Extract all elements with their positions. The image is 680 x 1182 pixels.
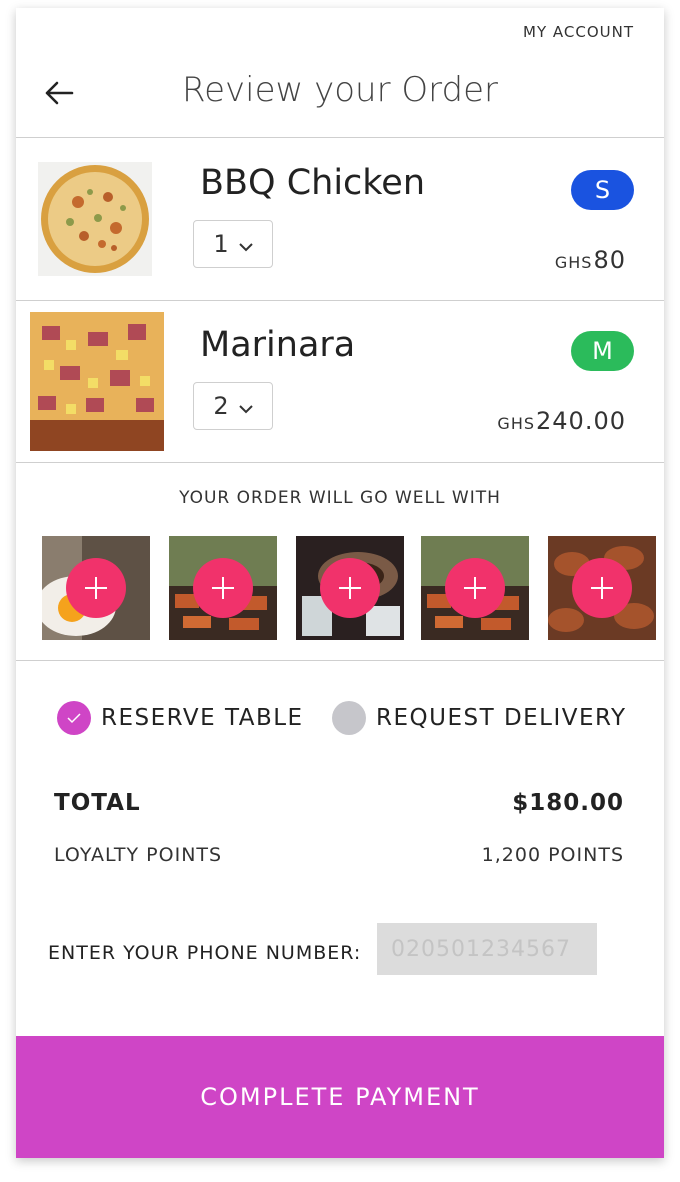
addon-roasted-sausages[interactable]: [548, 536, 656, 640]
radio-checked-icon[interactable]: [57, 701, 91, 735]
loyalty-points-label: LOYALTY POINTS: [54, 844, 223, 866]
item-name: Marinara: [200, 325, 356, 365]
radio-unchecked-icon[interactable]: [332, 701, 366, 735]
chevron-down-icon: [238, 230, 253, 258]
item-price: GHS240.00: [497, 407, 626, 435]
divider: [16, 300, 664, 301]
divider: [16, 462, 664, 463]
chevron-down-icon: [238, 392, 253, 420]
reserve-table-option[interactable]: RESERVE TABLE: [57, 701, 304, 735]
add-icon[interactable]: [66, 558, 126, 618]
option-label: REQUEST DELIVERY: [376, 705, 627, 731]
addon-eggs-bread[interactable]: [42, 536, 150, 640]
phone-label: ENTER YOUR PHONE NUMBER:: [48, 942, 362, 964]
divider: [16, 137, 664, 138]
quantity-select[interactable]: 1: [193, 220, 273, 268]
item-name: BBQ Chicken: [200, 163, 426, 203]
recommendations-title: YOUR ORDER WILL GO WELL WITH: [179, 488, 501, 508]
page-title: Review your Order: [182, 70, 498, 110]
item-price: GHS80: [555, 246, 626, 274]
total-label: TOTAL: [54, 790, 141, 816]
order-review-screen: MY ACCOUNT Review your Order BBQ Chicken…: [16, 8, 664, 1158]
addon-grilled-skewers-2[interactable]: [421, 536, 529, 640]
addon-steak-dinner[interactable]: [296, 536, 404, 640]
add-icon[interactable]: [320, 558, 380, 618]
my-account-link[interactable]: MY ACCOUNT: [523, 23, 634, 41]
complete-payment-button[interactable]: COMPLETE PAYMENT: [16, 1036, 664, 1158]
marinara-pizza-image: [30, 312, 164, 451]
quantity-select[interactable]: 2: [193, 382, 273, 430]
request-delivery-option[interactable]: REQUEST DELIVERY: [332, 701, 627, 735]
phone-number-input[interactable]: [377, 923, 597, 975]
price-currency: GHS: [554, 253, 593, 272]
divider: [16, 660, 664, 661]
loyalty-points-value: 1,200 POINTS: [481, 844, 624, 866]
quantity-value: 2: [213, 392, 229, 420]
add-icon[interactable]: [445, 558, 505, 618]
size-badge-medium[interactable]: M: [571, 331, 634, 371]
price-amount: 240.00: [536, 407, 626, 435]
add-icon[interactable]: [193, 558, 253, 618]
add-icon[interactable]: [572, 558, 632, 618]
price-amount: 80: [593, 246, 626, 274]
bbq-chicken-pizza-image: [38, 162, 152, 276]
option-label: RESERVE TABLE: [101, 705, 304, 731]
quantity-value: 1: [213, 230, 229, 258]
total-value: $180.00: [512, 790, 624, 816]
price-currency: GHS: [497, 414, 536, 433]
size-badge-small[interactable]: S: [571, 170, 634, 210]
addon-grilled-skewers[interactable]: [169, 536, 277, 640]
